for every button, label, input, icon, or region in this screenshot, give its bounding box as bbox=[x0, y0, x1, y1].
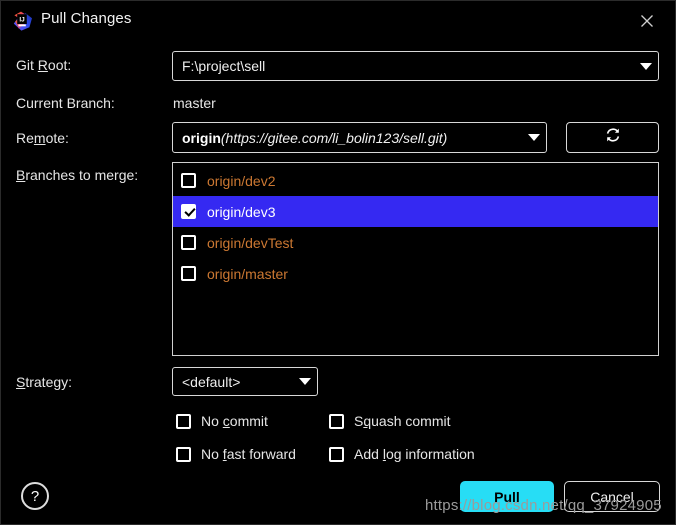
list-item-label: origin/master bbox=[207, 265, 288, 282]
list-item[interactable]: origin/devTest bbox=[173, 227, 658, 258]
branches-label-post: ranches to merge: bbox=[25, 167, 139, 183]
refresh-icon bbox=[604, 126, 622, 149]
refresh-remotes-button[interactable] bbox=[566, 122, 659, 153]
add-log-information-option[interactable]: Add log information bbox=[329, 446, 475, 462]
list-item[interactable]: origin/dev3 bbox=[173, 196, 658, 227]
question-mark-icon: ? bbox=[30, 487, 40, 505]
branches-to-merge-label: Branches to merge: bbox=[16, 167, 138, 183]
branch-checkbox[interactable] bbox=[181, 204, 196, 219]
no-commit-label-pre: No bbox=[201, 413, 223, 429]
pull-button[interactable]: Pull bbox=[460, 481, 554, 512]
no-commit-label: No commit bbox=[201, 413, 268, 429]
git-root-label-pre: Git bbox=[16, 57, 38, 73]
page-title: Pull Changes bbox=[41, 10, 132, 27]
strategy-value: <default> bbox=[182, 373, 241, 390]
remote-label-mnemonic: m bbox=[33, 130, 46, 146]
current-branch-value: master bbox=[173, 95, 216, 111]
remote-label-pre: Re bbox=[16, 130, 34, 146]
remote-name: origin bbox=[182, 129, 221, 146]
squash-commit-option[interactable]: Squash commit bbox=[329, 413, 451, 429]
git-root-combobox[interactable]: F:\project\sell bbox=[172, 51, 659, 81]
list-item-label: origin/dev3 bbox=[207, 203, 276, 220]
pull-changes-dialog: IJ Pull Changes Git Root: F:\project\sel… bbox=[0, 0, 676, 525]
list-item[interactable]: origin/master bbox=[173, 258, 658, 289]
close-icon[interactable] bbox=[635, 9, 659, 33]
list-item-label: origin/devTest bbox=[207, 234, 294, 251]
no-fast-forward-label-pre: No bbox=[201, 446, 223, 462]
add-log-label-post: og information bbox=[385, 446, 475, 462]
strategy-label-post: trategy: bbox=[25, 374, 73, 390]
git-root-label: Git Root: bbox=[16, 57, 71, 73]
help-button[interactable]: ? bbox=[21, 482, 49, 510]
remote-label-post: ote: bbox=[45, 130, 69, 146]
remote-combobox[interactable]: origin(https://gitee.com/li_bolin123/sel… bbox=[172, 122, 547, 153]
no-commit-label-post: ommit bbox=[229, 413, 268, 429]
squash-commit-checkbox[interactable] bbox=[329, 413, 344, 429]
strategy-combobox[interactable]: <default> bbox=[172, 367, 318, 396]
no-fast-forward-option[interactable]: No fast forward bbox=[176, 446, 296, 462]
svg-text:IJ: IJ bbox=[19, 17, 25, 24]
branches-list[interactable]: origin/dev2 origin/dev3 origin/devTest o… bbox=[172, 162, 659, 356]
add-log-information-checkbox[interactable] bbox=[329, 446, 344, 462]
add-log-information-label: Add log information bbox=[354, 446, 475, 462]
no-commit-checkbox[interactable] bbox=[176, 413, 191, 429]
squash-commit-label-mnemonic: q bbox=[363, 413, 372, 429]
git-root-label-post: oot: bbox=[47, 57, 72, 73]
chevron-down-icon bbox=[528, 134, 540, 141]
chevron-down-icon bbox=[299, 378, 311, 385]
no-commit-label-mnemonic: c bbox=[222, 413, 230, 429]
remote-value: origin(https://gitee.com/li_bolin123/sel… bbox=[182, 130, 520, 146]
chevron-down-icon bbox=[640, 62, 652, 70]
remote-url: (https://gitee.com/li_bolin123/sell.git) bbox=[220, 129, 448, 146]
squash-commit-label: Squash commit bbox=[354, 413, 451, 429]
strategy-label: Strategy: bbox=[16, 374, 72, 390]
git-root-value: F:\project\sell bbox=[182, 58, 266, 74]
squash-commit-label-post: uash commit bbox=[371, 413, 451, 429]
no-fast-forward-label: No fast forward bbox=[201, 446, 296, 462]
branches-label-mnemonic: B bbox=[16, 167, 26, 183]
intellij-idea-icon: IJ bbox=[13, 11, 33, 31]
cancel-button[interactable]: Cancel bbox=[564, 481, 660, 512]
remote-label: Remote: bbox=[16, 130, 69, 146]
list-item[interactable]: origin/dev2 bbox=[173, 165, 658, 196]
add-log-label-pre: Add bbox=[354, 446, 383, 462]
squash-commit-label-pre: S bbox=[354, 413, 364, 429]
git-root-label-mnemonic: R bbox=[37, 57, 48, 73]
no-fast-forward-checkbox[interactable] bbox=[176, 446, 191, 462]
no-fast-forward-label-post: ast forward bbox=[226, 446, 296, 462]
no-commit-option[interactable]: No commit bbox=[176, 413, 268, 429]
title-bar: IJ Pull Changes bbox=[1, 1, 675, 41]
list-item-label: origin/dev2 bbox=[207, 172, 276, 189]
strategy-label-mnemonic: S bbox=[16, 374, 26, 390]
branch-checkbox[interactable] bbox=[181, 173, 196, 188]
current-branch-label: Current Branch: bbox=[16, 95, 115, 111]
branch-checkbox[interactable] bbox=[181, 235, 196, 250]
branch-checkbox[interactable] bbox=[181, 266, 196, 281]
